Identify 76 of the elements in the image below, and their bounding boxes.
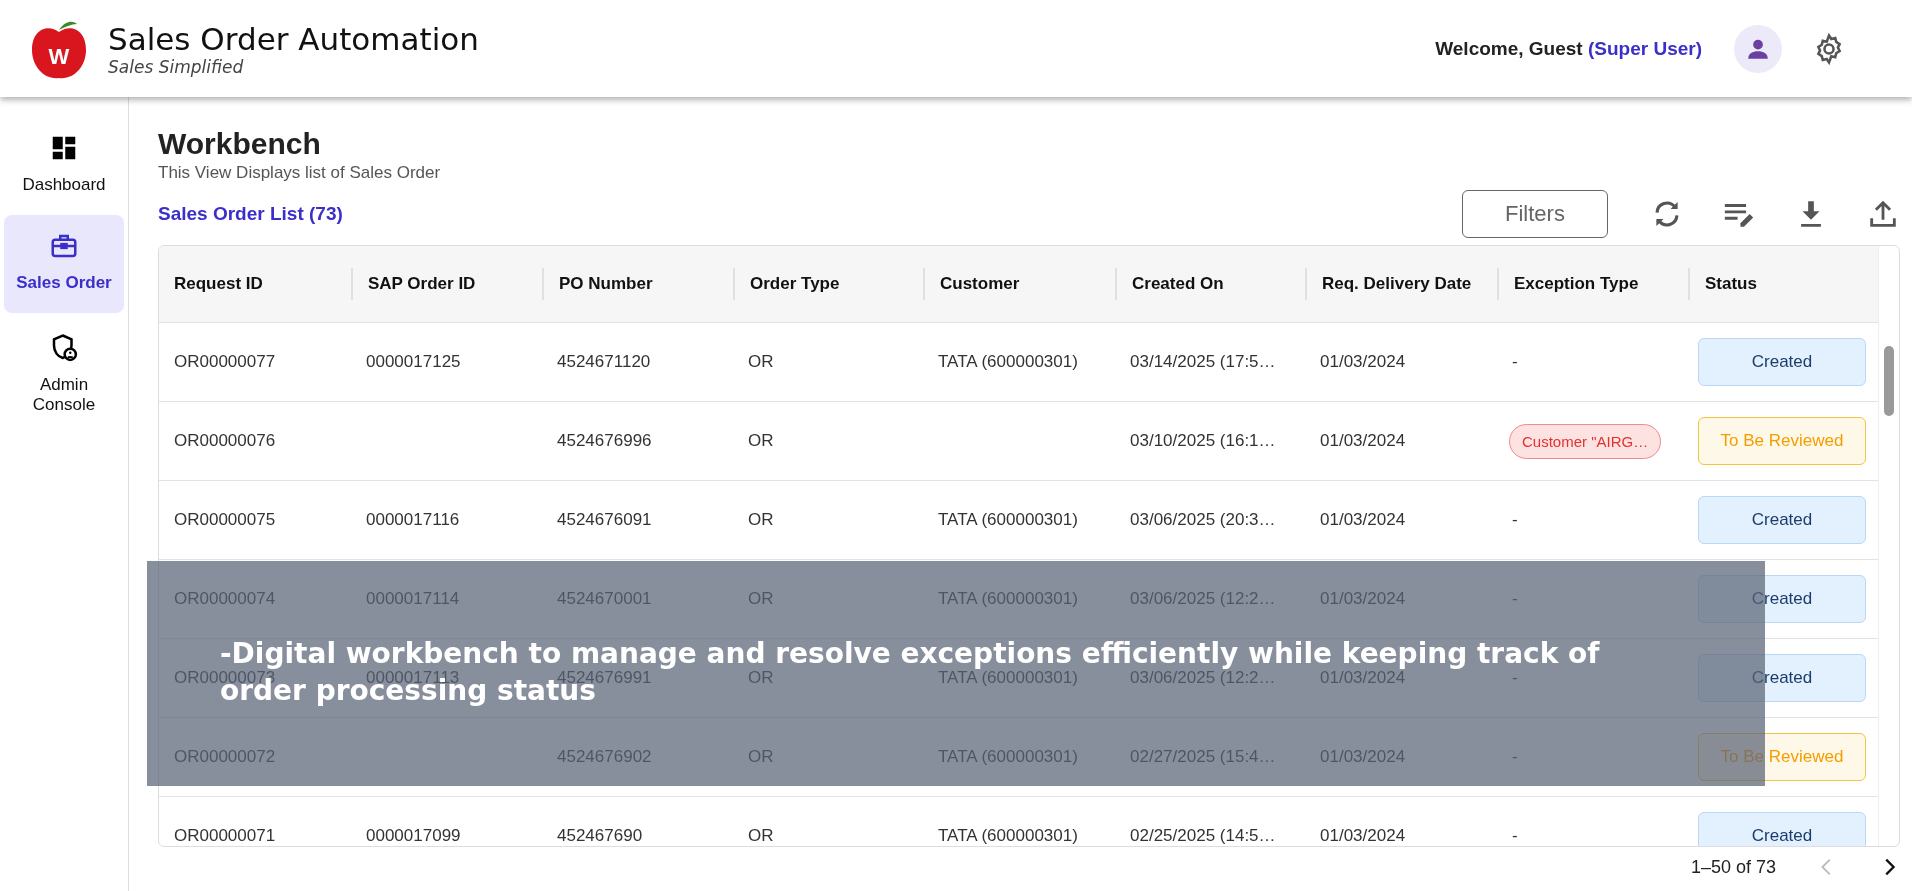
page-subtitle: This View Displays list of Sales Order <box>158 163 442 183</box>
column-header[interactable]: Customer <box>923 268 1115 300</box>
table-cell: - <box>1512 510 1518 529</box>
table-cell: 4524676091 <box>557 510 652 529</box>
table-cell: 01/03/2024 <box>1320 352 1406 371</box>
table-cell: 02/27/2025 (15:4… <box>1130 747 1276 766</box>
app-title: Sales Order Automation <box>108 20 479 57</box>
column-header[interactable]: Exception Type <box>1497 268 1688 300</box>
column-header[interactable]: Created On <box>1115 268 1305 300</box>
filters-button[interactable]: Filters <box>1462 190 1608 238</box>
table-cell: TATA (600000301) <box>938 510 1078 529</box>
table-cell: - <box>1512 826 1518 845</box>
table-cell: OR00000077 <box>174 352 276 371</box>
sidebar-item[interactable]: Admin Console <box>4 319 124 429</box>
table-cell: 01/03/2024 <box>1320 431 1406 450</box>
table-cell: 03/14/2025 (17:5… <box>1130 352 1276 371</box>
user-avatar-button[interactable] <box>1734 24 1782 73</box>
table-cell: 4524671120 <box>557 352 651 371</box>
table-cell: 4524670001 <box>557 589 652 608</box>
table-cell: 01/03/2024 <box>1320 589 1406 608</box>
sidebar-item[interactable]: Sales Order <box>4 215 124 313</box>
table-cell: 0000017099 <box>366 826 461 845</box>
table-cell: 03/06/2025 (12:2… <box>1130 668 1276 687</box>
status-badge[interactable]: Created <box>1698 338 1866 386</box>
table-cell: 0000017116 <box>366 510 460 529</box>
table-cell: 03/06/2025 (20:3… <box>1130 510 1276 529</box>
table-cell: 4524676902 <box>557 747 652 766</box>
exception-tag: Customer "AIRG… <box>1509 423 1662 459</box>
table-cell: - <box>1512 589 1518 608</box>
app-tagline: Sales Simplified <box>108 56 245 77</box>
sidebar-item[interactable]: Dashboard <box>4 119 124 209</box>
column-header[interactable]: SAP Order ID <box>351 268 542 300</box>
status-badge[interactable]: Created <box>1698 496 1866 544</box>
table-cell: OR00000072 <box>174 747 276 766</box>
table-cell: OR00000076 <box>174 431 276 450</box>
table-cell: - <box>1512 747 1518 766</box>
table-cell: 01/03/2024 <box>1320 747 1406 766</box>
table-cell: 01/03/2024 <box>1320 510 1406 529</box>
status-badge[interactable]: Created <box>1698 812 1866 846</box>
table-cell: 02/25/2025 (14:5… <box>1130 826 1276 845</box>
table-cell: 0000017114 <box>366 589 460 608</box>
column-header[interactable]: PO Number <box>542 268 733 300</box>
table-cell: OR <box>748 510 774 529</box>
table-cell: OR <box>748 352 774 371</box>
table-cell: TATA (600000301) <box>938 668 1078 687</box>
page-title: Workbench <box>158 127 322 161</box>
table-cell: 03/06/2025 (12:2… <box>1130 589 1276 608</box>
column-header[interactable]: Request ID <box>159 268 351 300</box>
table-cell: 01/03/2024 <box>1320 826 1406 845</box>
welcome-text: Welcome, Guest (Super User) <box>1435 37 1702 60</box>
table-cell: OR <box>748 747 774 766</box>
column-header[interactable]: Req. Delivery Date <box>1305 268 1497 300</box>
table-cell: OR00000075 <box>174 510 276 529</box>
table-cell: 03/10/2025 (16:1… <box>1130 431 1276 450</box>
table-cell: - <box>1512 352 1518 371</box>
list-title: Sales Order List (73) <box>158 203 343 225</box>
pagination-range: 1–50 of 73 <box>1690 856 1776 878</box>
table-cell: TATA (600000301) <box>938 826 1078 845</box>
table-cell: OR00000071 <box>174 826 276 845</box>
table-cell: OR <box>748 431 774 450</box>
apple-logo-icon <box>32 21 86 78</box>
table-cell: 01/03/2024 <box>1320 668 1406 687</box>
table-cell: OR <box>748 826 774 845</box>
table-cell: TATA (600000301) <box>938 747 1078 766</box>
logo-letter: W <box>47 45 71 68</box>
table-cell: TATA (600000301) <box>938 589 1078 608</box>
table-cell: OR00000074 <box>174 589 276 608</box>
column-header[interactable]: Status <box>1688 268 1878 300</box>
table-cell: 452467690 <box>557 826 643 845</box>
table-cell: 4524676996 <box>557 431 652 450</box>
column-header[interactable]: Order Type <box>733 268 923 300</box>
table-cell: TATA (600000301) <box>938 352 1078 371</box>
table-cell: - <box>1512 668 1518 687</box>
table-cell: OR <box>748 589 774 608</box>
table-cell: OR <box>748 668 774 687</box>
table-cell: 0000017125 <box>366 352 461 371</box>
